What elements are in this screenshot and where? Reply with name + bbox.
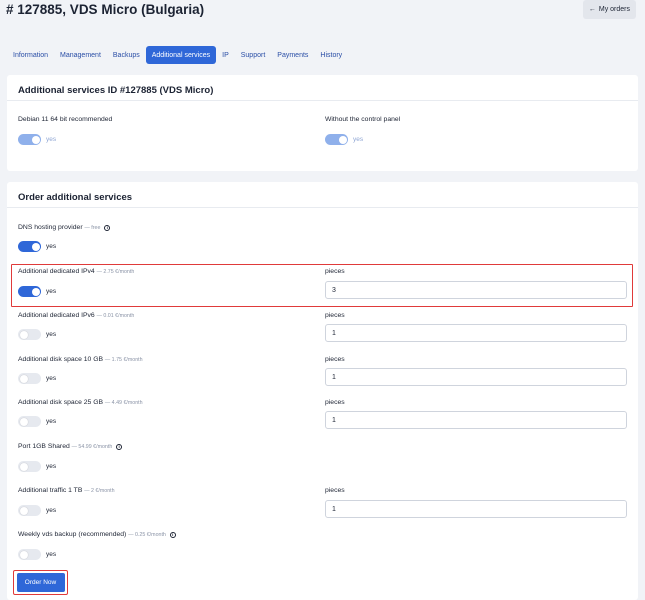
tab-bar: Information Management Backups Additiona… [7,46,348,64]
info-icon[interactable]: i [104,224,111,231]
service-label-control-panel: Without the control panel [325,116,401,123]
ipv6-pieces-label: pieces [325,312,345,319]
ipv6-toggle[interactable] [18,329,41,340]
disk25-label: Additional disk space 25 GB — 4.49 €/mon… [18,399,143,406]
current-services-title: Additional services ID #127885 (VDS Micr… [7,75,638,101]
order-now-button[interactable]: Order Now [16,573,65,592]
backup-toggle-label: yes [46,551,57,558]
info-icon[interactable]: i [169,531,176,538]
port-toggle[interactable] [18,461,41,472]
ipv6-price: — 0.01 €/month [96,313,135,319]
traffic-toggle-label: yes [46,507,57,514]
tab-information[interactable]: Information [7,46,54,64]
order-services-title: Order additional services [7,182,638,208]
control-panel-toggle[interactable] [325,134,348,145]
info-icon[interactable]: i [116,443,123,450]
port-label: Port 1GB Shared — 54.99 €/month i [18,443,123,450]
ipv6-toggle-label: yes [46,331,57,338]
port-toggle-row: yes [18,461,56,472]
disk10-pieces-label: pieces [325,356,345,363]
ipv4-toggle-row: yes [18,286,56,297]
disk25-toggle-label: yes [46,418,57,425]
control-panel-toggle-label: yes [353,136,364,143]
port-toggle-label: yes [46,463,57,470]
disk10-price: — 1.75 €/month [104,357,143,363]
dns-hosting-toggle-label: yes [46,243,57,250]
order-services-card: Order additional services DNS hosting pr… [7,182,638,600]
dns-hosting-price: — free [84,225,101,231]
toggle-row-control-panel: yes [325,134,363,145]
disk10-toggle-label: yes [46,375,57,382]
page-title: # 127885, VDS Micro (Bulgaria) [6,2,205,17]
tab-ip[interactable]: IP [216,46,235,64]
disk10-pieces-input[interactable]: 1 [325,368,627,386]
disk25-toggle-row: yes [18,416,56,427]
ipv4-pieces-label: pieces [325,268,345,275]
port-price: — 54.99 €/month [71,444,113,450]
tab-additional-services[interactable]: Additional services [145,46,217,64]
disk10-toggle[interactable] [18,373,41,384]
ipv4-toggle-label: yes [46,288,57,295]
ipv6-toggle-row: yes [18,329,56,340]
backup-price: — 0.25 €/month [128,532,166,538]
my-orders-button[interactable]: ← My orders [582,0,636,19]
backup-toggle[interactable] [18,549,41,560]
disk25-price: — 4.49 €/month [104,400,143,406]
tab-history[interactable]: History [314,46,348,64]
ipv4-label: Additional dedicated IPv4 — 2.75 €/month [18,268,135,275]
tab-management[interactable]: Management [54,46,107,64]
traffic-label: Additional traffic 1 TB — 2 €/month [18,487,115,494]
dns-hosting-toggle-row: yes [18,241,56,252]
toggle-row-os: yes [18,134,56,145]
backup-label: Weekly vds backup (recommended) — 0.25 €… [18,531,176,538]
service-label-os: Debian 11 64 bit recommended [18,116,113,123]
disk25-pieces-label: pieces [325,399,345,406]
traffic-price: — 2 €/month [84,488,115,494]
current-services-card: Additional services ID #127885 (VDS Micr… [7,75,638,171]
dns-hosting-label: DNS hosting provider — free i [18,224,111,231]
backup-toggle-row: yes [18,549,56,560]
ipv6-pieces-input[interactable]: 1 [325,324,627,342]
arrow-left-icon: ← [588,6,596,13]
dns-hosting-toggle[interactable] [18,241,41,252]
disk10-toggle-row: yes [18,373,56,384]
ipv4-toggle[interactable] [18,286,41,297]
tab-backups[interactable]: Backups [107,46,146,64]
ipv4-price: — 2.75 €/month [96,269,135,275]
order-now-highlight: Order Now [13,570,68,595]
ipv4-pieces-input[interactable]: 3 [325,281,627,299]
traffic-pieces-input[interactable]: 1 [325,500,627,518]
traffic-toggle-row: yes [18,505,56,516]
os-toggle[interactable] [18,134,41,145]
tab-support[interactable]: Support [235,46,272,64]
ipv6-label: Additional dedicated IPv6 — 0.01 €/month [18,312,135,319]
disk25-toggle[interactable] [18,416,41,427]
disk25-pieces-input[interactable]: 1 [325,411,627,429]
os-toggle-label: yes [46,136,57,143]
traffic-pieces-label: pieces [325,487,345,494]
my-orders-label: My orders [598,6,630,13]
disk10-label: Additional disk space 10 GB — 1.75 €/mon… [18,356,143,363]
traffic-toggle[interactable] [18,505,41,516]
tab-payments[interactable]: Payments [271,46,314,64]
